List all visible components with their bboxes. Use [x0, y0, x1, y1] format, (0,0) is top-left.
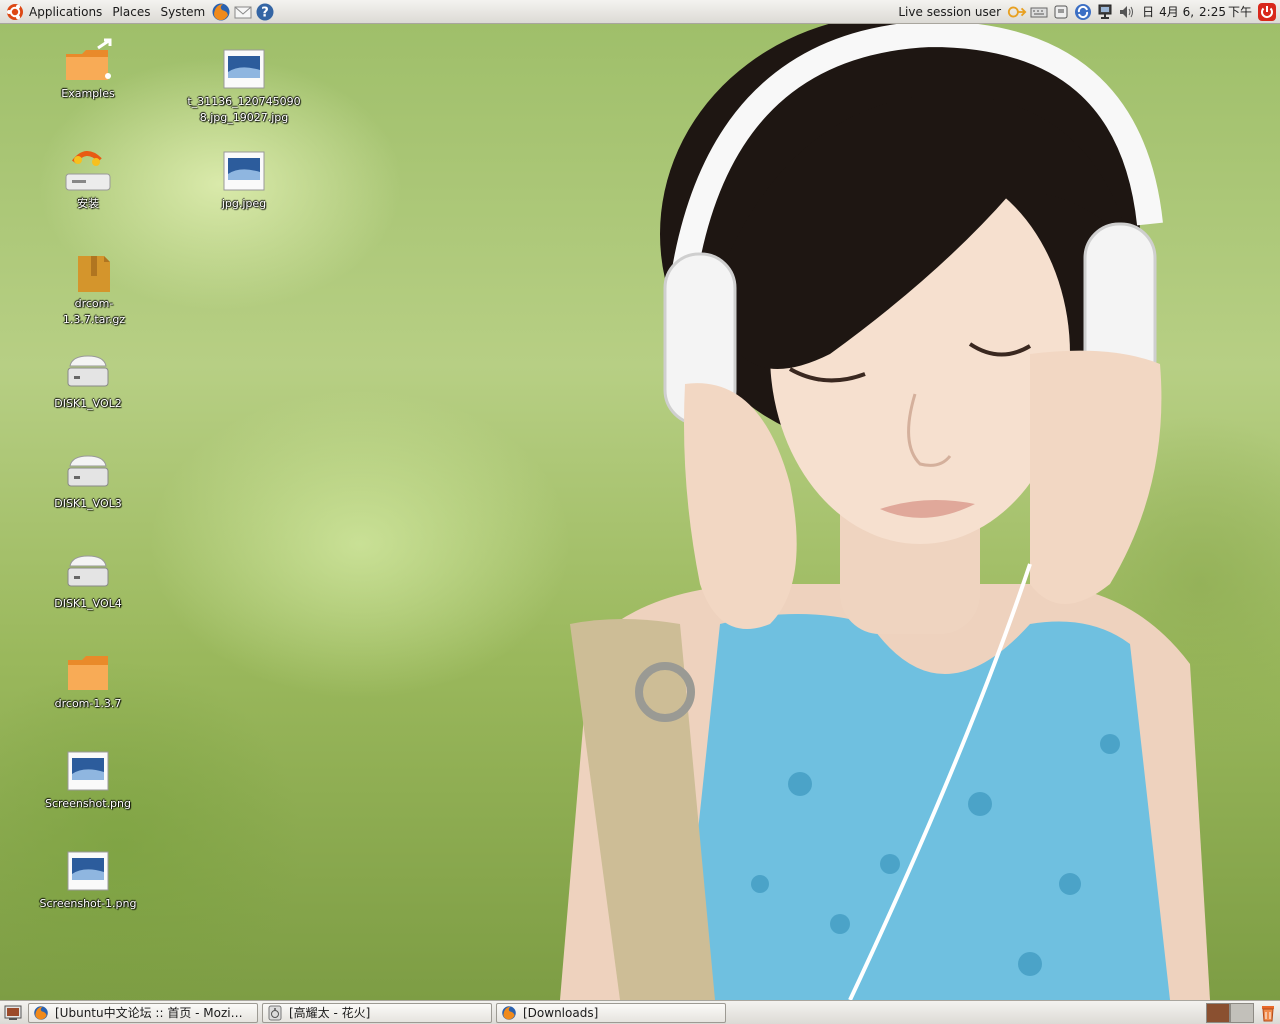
workspace-2[interactable]	[1230, 1002, 1254, 1023]
mail-icon	[234, 6, 252, 18]
desktop-icon-screenshot-png[interactable]: Screenshot.png	[38, 748, 138, 812]
clock-date: 4月 6,	[1159, 5, 1195, 19]
svg-text:?: ?	[261, 5, 269, 20]
task-button-label: [Downloads]	[523, 1005, 599, 1020]
desktop-icon-label: drcom-1.3.7	[54, 697, 122, 710]
archive-icon	[78, 256, 110, 292]
task-button-firefox[interactable]: [Ubuntu中文论坛 :: 首页 - Mozi…	[28, 1002, 258, 1023]
firefox-icon	[212, 3, 230, 20]
desktop-icon-label: DISK1_VOL2	[54, 397, 122, 410]
desktop-icon-jpg-jpeg[interactable]: jpg.jpeg	[194, 148, 294, 212]
desktop-icon-label: DISK1_VOL3	[54, 497, 122, 510]
help-icon: ?	[256, 3, 274, 20]
image-icon	[67, 851, 109, 891]
clock[interactable]: 日 4月 6, 2:25 下午	[1138, 1, 1256, 23]
network-icon	[1098, 4, 1112, 19]
task-button-label: [高耀太 - 花火]	[289, 1006, 371, 1020]
tray-keyboard[interactable]	[1029, 2, 1049, 22]
update-icon	[1075, 3, 1092, 20]
desktop-icon-screenshot-1-png[interactable]: Screenshot-1.png	[38, 848, 138, 912]
tray-drive[interactable]	[1051, 2, 1071, 22]
tray-volume[interactable]	[1117, 2, 1137, 22]
system-menu[interactable]: System	[155, 1, 210, 23]
tray-arrow[interactable]	[1007, 2, 1027, 22]
audio-player-icon	[268, 1005, 282, 1020]
desktop-icon-install[interactable]: 安装	[38, 148, 138, 212]
tray-network[interactable]	[1095, 2, 1115, 22]
show-desktop-button[interactable]	[2, 1002, 24, 1024]
clock-day: 日	[1142, 5, 1155, 19]
trash-icon	[1262, 1005, 1274, 1021]
desktop-icon-disk1-vol3[interactable]: DISK1_VOL3	[38, 448, 138, 512]
top-panel: Applications Places System ? Live sessio…	[0, 0, 1280, 24]
image-icon	[223, 151, 265, 191]
session-user-label[interactable]: Live session user	[893, 5, 1006, 19]
help-launcher[interactable]: ?	[254, 1, 276, 23]
drive-icon	[1054, 5, 1068, 18]
desktop-wallpaper	[0, 24, 1280, 1000]
workspace-1[interactable]	[1206, 1002, 1230, 1023]
applications-menu-label: Applications	[29, 4, 103, 19]
show-desktop-icon	[4, 1005, 22, 1020]
desktop-icon-label: jpg.jpeg	[221, 197, 267, 210]
places-menu-label: Places	[112, 4, 151, 19]
task-button-audio-player[interactable]: [高耀太 - 花火]	[262, 1002, 492, 1023]
keyboard-icon	[1030, 7, 1048, 17]
desktop-icon-examples[interactable]: Examples	[38, 38, 138, 102]
panel-right-area: Live session user 日 4月 6, 2:25 下午	[893, 0, 1280, 24]
desktop-icon-drcom-tar[interactable]: drcom-1.3.7.tar.gz	[44, 248, 144, 328]
task-button-label: [Ubuntu中文论坛 :: 首页 - Mozi…	[55, 1006, 243, 1020]
desktop-icon-label: Examples	[61, 87, 115, 100]
volume-icon	[1120, 5, 1134, 18]
system-menu-label: System	[160, 4, 206, 19]
desktop-icon-label: DISK1_VOL4	[54, 597, 122, 610]
desktop-icon-label: Screenshot.png	[45, 797, 131, 810]
mail-launcher[interactable]	[232, 1, 254, 23]
firefox-icon	[502, 1005, 516, 1020]
desktop-icon-disk1-vol2[interactable]: DISK1_VOL2	[38, 348, 138, 412]
places-menu[interactable]: Places	[107, 1, 155, 23]
drive-icon	[67, 355, 109, 387]
trash-applet[interactable]	[1258, 1002, 1278, 1024]
arrow-icon	[1008, 6, 1027, 17]
firefox-launcher[interactable]	[210, 1, 232, 23]
desktop-icon-label: drcom-1.3.7.tar.gz	[62, 297, 126, 326]
image-icon	[67, 751, 109, 791]
folder-icon	[68, 656, 108, 690]
desktop-icon-t-jpg[interactable]: t_31136_1207450908.jpg_19027.jpg	[184, 46, 304, 126]
folder-link-icon	[66, 38, 112, 80]
desktop-icon-label: 安装	[77, 197, 99, 210]
desktop-icon-disk1-vol4[interactable]: DISK1_VOL4	[38, 548, 138, 612]
tray-update[interactable]	[1073, 2, 1093, 22]
clock-time: 2:25	[1199, 4, 1226, 19]
wallpaper-portrait	[560, 24, 1210, 1000]
image-icon	[223, 49, 265, 89]
desktop-icon-drcom-folder[interactable]: drcom-1.3.7	[38, 648, 138, 712]
drive-icon	[67, 455, 109, 487]
drive-icon	[67, 555, 109, 587]
workspace-switcher	[1206, 1002, 1254, 1024]
shutdown-button[interactable]	[1257, 2, 1277, 22]
power-icon	[1258, 2, 1276, 21]
firefox-icon	[34, 1005, 48, 1020]
ubuntu-logo-icon	[7, 3, 23, 20]
applications-menu[interactable]: Applications	[0, 1, 107, 23]
installer-icon	[65, 151, 111, 191]
clock-period: 下午	[1227, 5, 1252, 19]
desktop-icon-label: t_31136_1207450908.jpg_19027.jpg	[187, 95, 301, 124]
bottom-panel: [Ubuntu中文论坛 :: 首页 - Mozi… [高耀太 - 花火] [Do…	[0, 1000, 1280, 1024]
task-button-downloads[interactable]: [Downloads]	[496, 1002, 726, 1023]
desktop-icon-label: Screenshot-1.png	[39, 897, 137, 910]
